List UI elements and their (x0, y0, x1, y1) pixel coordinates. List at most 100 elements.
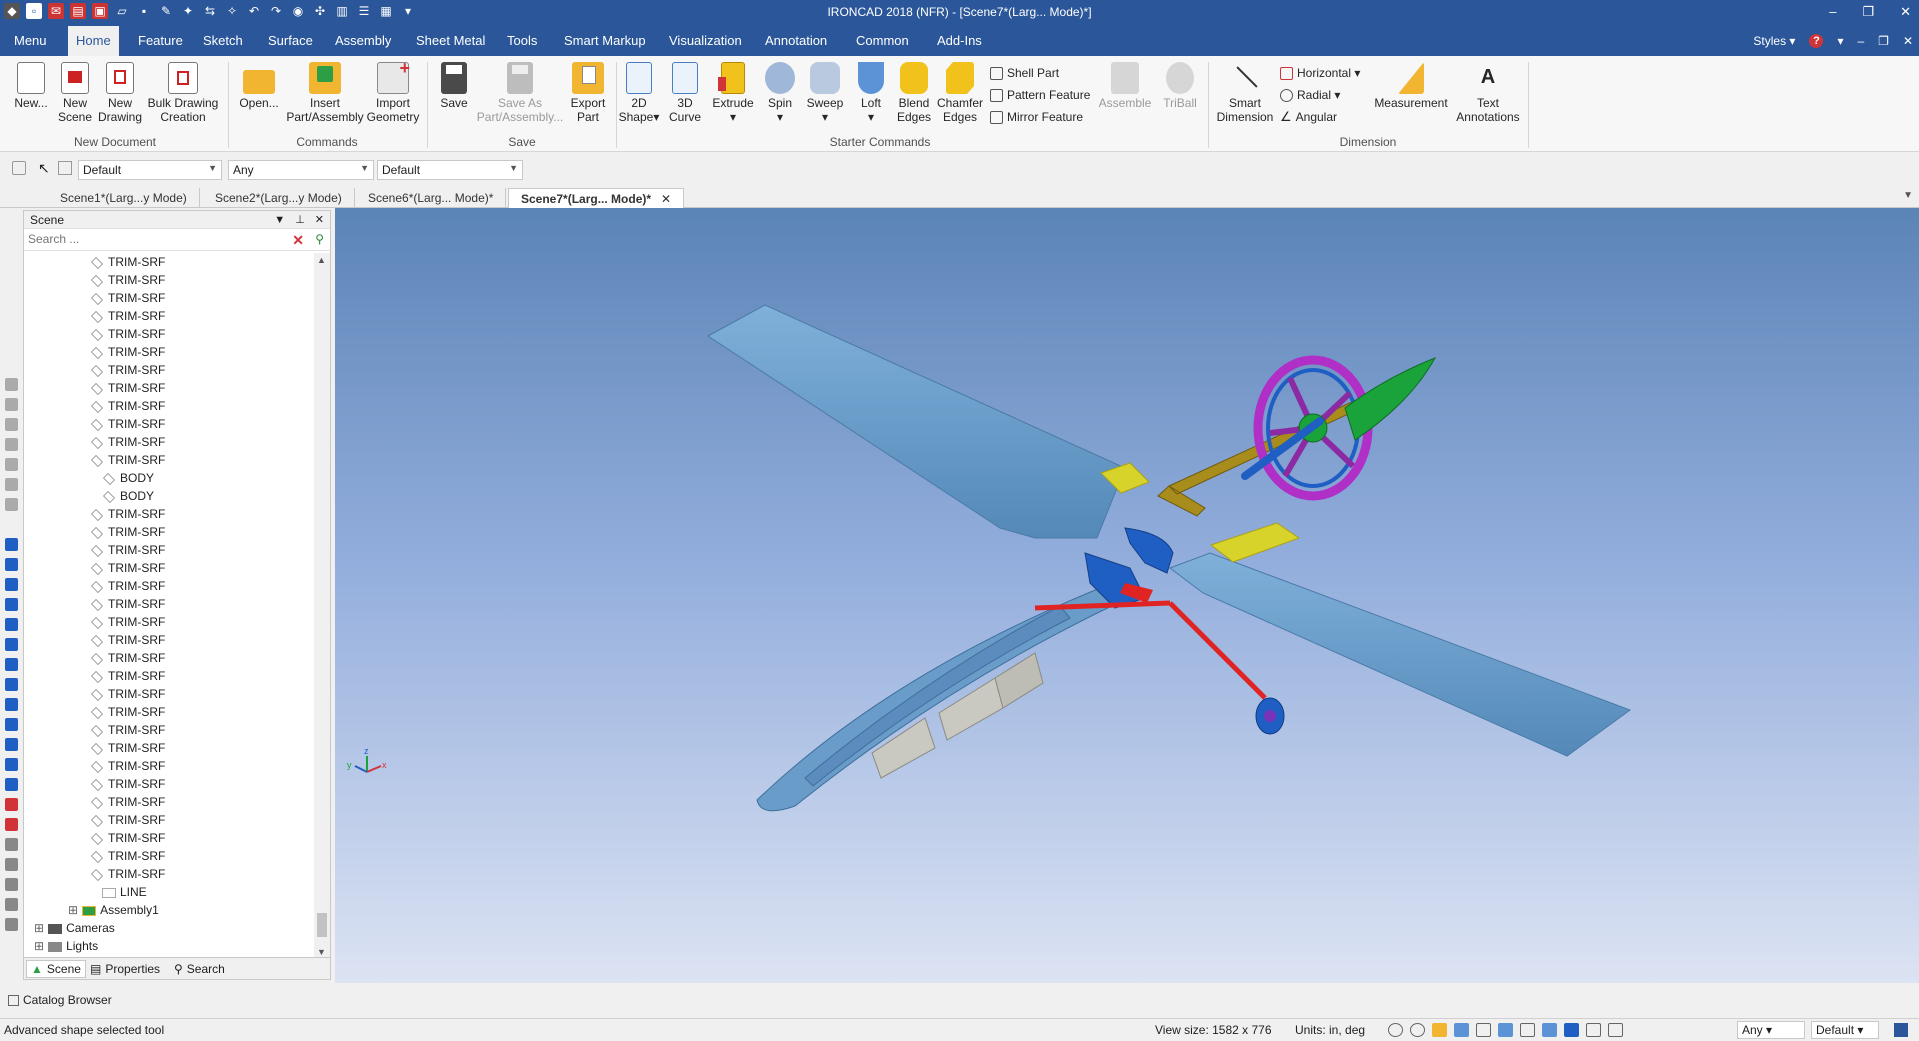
status-filter-combo[interactable]: Any ▾ (1737, 1021, 1805, 1039)
left-tool-icon[interactable] (5, 478, 18, 491)
panel-tab-scene[interactable]: ▲ Scene (26, 960, 86, 978)
tree-item[interactable]: TRIM-SRF (90, 793, 165, 811)
measurement-button[interactable]: Measurement (1371, 62, 1451, 136)
left-tool-icon[interactable] (5, 438, 18, 451)
left-tool-icon[interactable] (5, 638, 18, 651)
tab-tools[interactable]: Tools (499, 26, 545, 56)
doc-tab-scene7[interactable]: Scene7*(Larg... Mode)* ✕ (508, 188, 685, 208)
help-icon[interactable]: ? (1809, 34, 1824, 48)
tree-item[interactable]: TRIM-SRF (90, 811, 165, 829)
model-render[interactable]: z x y (335, 208, 1919, 983)
tree-item[interactable]: TRIM-SRF (90, 775, 165, 793)
close-tab-icon[interactable]: ✕ (661, 192, 671, 206)
tree-item[interactable]: TRIM-SRF (90, 577, 165, 595)
tree-item[interactable]: TRIM-SRF (90, 667, 165, 685)
move-view-icon[interactable] (1476, 1023, 1491, 1037)
chamfer-edges-button[interactable]: Chamfer Edges (933, 62, 987, 136)
render-icon[interactable] (1586, 1023, 1601, 1037)
tab-sketch[interactable]: Sketch (195, 26, 251, 56)
bulk-drawing-creation-button[interactable]: Bulk Drawing Creation (145, 62, 221, 136)
zoom-window-icon[interactable] (1410, 1023, 1425, 1037)
left-tool-icon[interactable] (5, 918, 18, 931)
left-tool-icon[interactable] (5, 858, 18, 871)
doc-close-button[interactable]: ✕ (1903, 34, 1913, 48)
angular-dimension-button[interactable]: ∠ Angular (1280, 108, 1337, 126)
save-as-part-assembly-button[interactable]: Save As Part/Assembly... (475, 62, 565, 136)
tab-sheet-metal[interactable]: Sheet Metal (408, 26, 493, 56)
tree-item[interactable]: TRIM-SRF (90, 361, 165, 379)
panel-menu-icon[interactable]: ▼ (274, 211, 285, 229)
tree-item-lights[interactable]: ⊞ Lights (34, 937, 98, 955)
tabs-overflow-icon[interactable]: ▼ (1903, 190, 1913, 201)
tab-feature[interactable]: Feature (130, 26, 191, 56)
horizontal-dimension-button[interactable]: Horizontal ▾ (1280, 64, 1360, 82)
left-tool-icon[interactable] (5, 458, 18, 471)
maximize-button[interactable]: ❐ (1862, 4, 1874, 20)
view-cube-icon[interactable] (1432, 1023, 1447, 1037)
left-tool-icon[interactable] (5, 798, 18, 811)
tree-item[interactable]: TRIM-SRF (90, 757, 165, 775)
tree-item[interactable]: TRIM-SRF (90, 397, 165, 415)
cowl[interactable] (1124, 527, 1174, 574)
scroll-up-icon[interactable]: ▲ (317, 255, 326, 265)
tab-add-ins[interactable]: Add-Ins (929, 26, 990, 56)
expand-icon[interactable]: ⊞ (34, 939, 44, 953)
left-tool-icon[interactable] (5, 718, 18, 731)
mirror-feature-button[interactable]: Mirror Feature (990, 108, 1083, 126)
panel-tab-search[interactable]: ⚲ Search (170, 960, 229, 978)
radial-dimension-button[interactable]: Radial ▾ (1280, 86, 1340, 104)
left-tool-icon[interactable] (5, 818, 18, 831)
assemble-button[interactable]: Assemble (1098, 62, 1152, 136)
open-button[interactable]: Open... (232, 62, 286, 136)
doc-restore-button[interactable]: ❐ (1878, 34, 1889, 48)
2d-shape-button[interactable]: 2D Shape▾ (614, 62, 664, 136)
left-wing[interactable] (707, 304, 1126, 539)
doc-tab-scene6[interactable]: Scene6*(Larg... Mode)* (356, 188, 507, 208)
section-icon[interactable] (1542, 1023, 1557, 1037)
pattern-feature-button[interactable]: Pattern Feature (990, 86, 1090, 104)
tree-item[interactable]: TRIM-SRF (90, 541, 165, 559)
tree-item[interactable]: TRIM-SRF (90, 865, 165, 883)
tab-annotation[interactable]: Annotation (757, 26, 835, 56)
left-tool-icon[interactable] (5, 778, 18, 791)
doc-minimize-button[interactable]: – (1857, 34, 1864, 48)
left-tool-icon[interactable] (5, 578, 18, 591)
tree-item[interactable]: BODY (102, 469, 154, 487)
tree-item[interactable]: TRIM-SRF (90, 505, 165, 523)
tree-item[interactable]: TRIM-SRF (90, 451, 165, 469)
left-tool-icon[interactable] (5, 698, 18, 711)
tab-common[interactable]: Common (848, 26, 917, 56)
tree-item[interactable]: LINE (102, 883, 147, 901)
orient-icon[interactable] (1454, 1023, 1469, 1037)
tree-item[interactable]: TRIM-SRF (90, 685, 165, 703)
left-tool-icon[interactable] (5, 678, 18, 691)
status-style-combo[interactable]: Default ▾ (1811, 1021, 1879, 1039)
save-button[interactable]: Save (427, 62, 481, 136)
selection-filter-combo[interactable]: Any ▼ (228, 160, 374, 180)
doc-tab-scene2[interactable]: Scene2*(Larg...y Mode) (203, 188, 355, 208)
shaded-icon[interactable] (1498, 1023, 1513, 1037)
tab-smart-markup[interactable]: Smart Markup (556, 26, 654, 56)
import-geometry-button[interactable]: + Import Geometry (366, 59, 420, 136)
shell-part-button[interactable]: Shell Part (990, 64, 1059, 82)
left-tool-icon[interactable] (5, 398, 18, 411)
left-tool-icon[interactable] (5, 658, 18, 671)
camera-icon[interactable] (1564, 1023, 1579, 1037)
tab-menu[interactable]: Menu (6, 26, 55, 56)
extrude-button[interactable]: Extrude ▾ (706, 62, 760, 136)
tree-item[interactable]: TRIM-SRF (90, 307, 165, 325)
left-tool-icon[interactable] (5, 418, 18, 431)
tree-item[interactable]: TRIM-SRF (90, 289, 165, 307)
tree-item[interactable]: TRIM-SRF (90, 415, 165, 433)
left-tool-icon[interactable] (5, 558, 18, 571)
tab-home[interactable]: Home (68, 26, 119, 56)
tree-item[interactable]: TRIM-SRF (90, 595, 165, 613)
catalog-browser-tab[interactable]: Catalog Browser (0, 990, 335, 1010)
left-tool-icon[interactable] (5, 838, 18, 851)
tree-item-assembly[interactable]: ⊞ Assembly1 (68, 901, 159, 919)
tree-item[interactable]: TRIM-SRF (90, 829, 165, 847)
minimize-button[interactable]: – (1829, 4, 1836, 20)
doc-tab-scene1[interactable]: Scene1*(Larg...y Mode) (48, 188, 200, 208)
spinner[interactable] (1344, 357, 1437, 441)
landing-gear-leg-2[interactable] (1168, 601, 1267, 700)
